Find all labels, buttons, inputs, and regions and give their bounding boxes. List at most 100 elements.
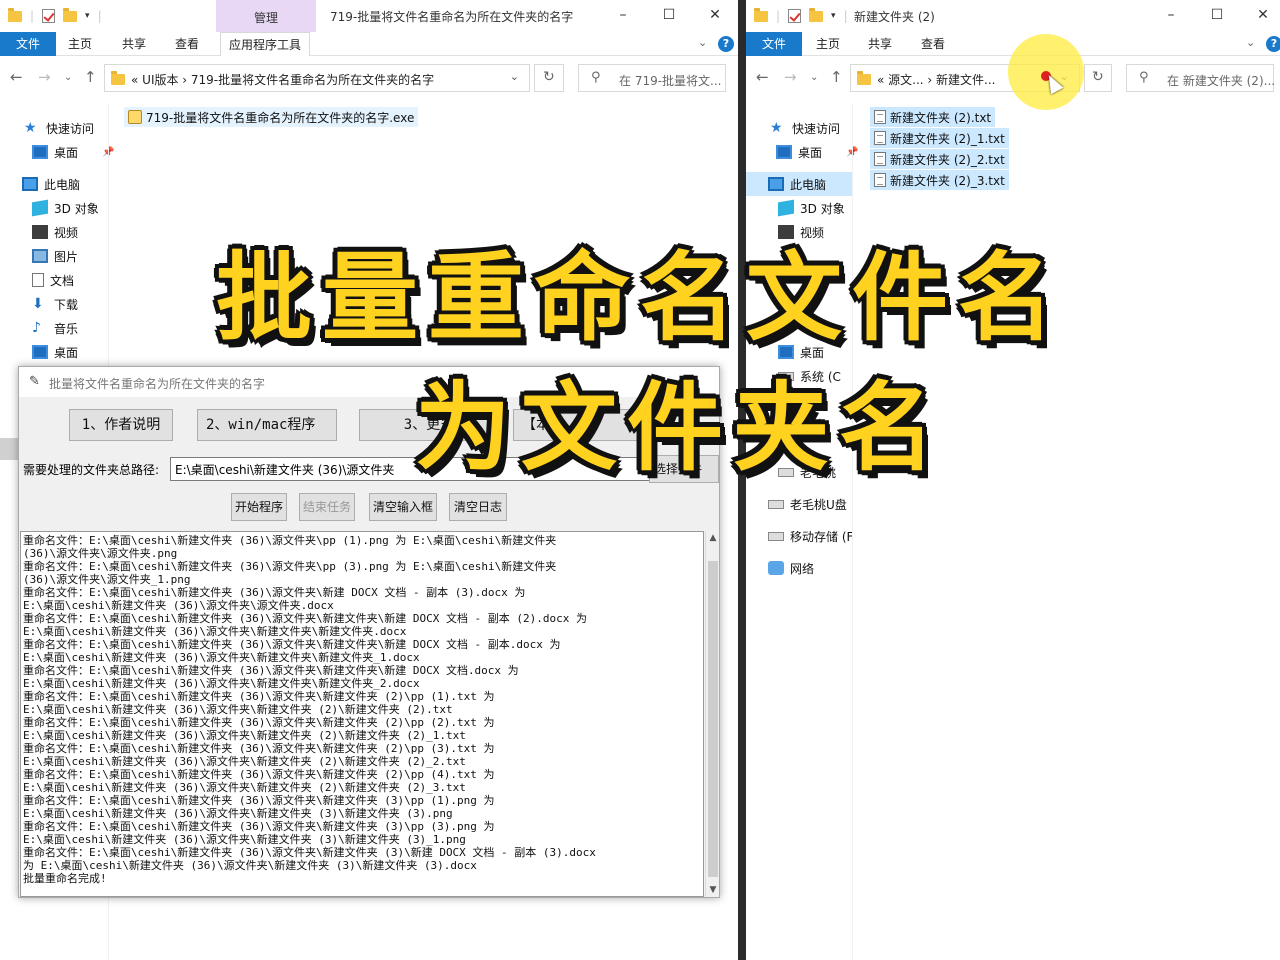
log-line: 重命名文件：E:\桌面\ceshi\新建文件夹 (36)\源文件夹\新建 DOC… [23, 586, 526, 599]
help-icon[interactable]: ? [1266, 36, 1280, 52]
recent-dropdown-icon[interactable]: ⌄ [810, 72, 818, 83]
search-box[interactable]: ⚲ 在 719-批量将文... [578, 64, 726, 92]
minimize-button[interactable]: – [1148, 4, 1194, 26]
file-item-txt[interactable]: 新建文件夹 (2).txt [870, 107, 996, 127]
file-item-txt[interactable]: 新建文件夹 (2)_3.txt [870, 170, 1009, 190]
left-quick-access-toolbar: | ▾ | [8, 7, 102, 25]
tab-view[interactable]: 查看 [921, 32, 945, 56]
right-titlebar: | ▾ | 新建文件夹 (2) – ☐ ✕ [746, 0, 1280, 31]
maximize-button[interactable]: ☐ [1194, 4, 1240, 26]
log-line: 重命名文件：E:\桌面\ceshi\新建文件夹 (36)\源文件夹\新建文件夹 … [23, 820, 495, 833]
close-button[interactable]: ✕ [692, 4, 738, 26]
tab-app-tools[interactable]: 应用程序工具 [220, 32, 311, 56]
minimize-button[interactable]: – [600, 4, 646, 26]
right-window-title: 新建文件夹 (2) [854, 10, 935, 24]
address-dropdown-icon[interactable]: ⌄ [510, 70, 519, 83]
log-line: 重命名文件：E:\桌面\ceshi\新建文件夹 (36)\源文件夹\pp (1)… [23, 534, 557, 547]
nav-quick-access[interactable]: ★ 快速访问 [24, 116, 94, 140]
clear-input-button[interactable]: 清空输入框 [369, 493, 437, 521]
left-window-title: 719-批量将文件名重命名为所在文件夹的名字 [330, 10, 574, 24]
nav-removable-storage[interactable]: 移动存储 (F [768, 524, 853, 548]
folder-icon[interactable] [754, 7, 768, 22]
log-line: E:\桌面\ceshi\新建文件夹 (36)\源文件夹\源文件夹.docx [23, 599, 334, 612]
refresh-button[interactable]: ↻ [534, 64, 564, 92]
desktop-icon [32, 145, 48, 159]
desktop-icon [776, 145, 792, 159]
clear-log-button[interactable]: 清空日志 [449, 493, 507, 521]
properties-icon[interactable] [788, 9, 802, 23]
cube-icon [32, 199, 48, 217]
nav-network[interactable]: 网络 [768, 556, 814, 580]
back-arrow-icon[interactable]: ← [756, 68, 769, 86]
tab-file[interactable]: 文件 [746, 32, 802, 56]
nav-3d-objects[interactable]: 3D 对象 [778, 196, 845, 220]
forward-arrow-icon[interactable]: → [784, 68, 797, 86]
nav-3d-objects[interactable]: 3D 对象 [32, 196, 99, 220]
scroll-up-icon[interactable]: ▲ [706, 533, 720, 543]
expand-ribbon-icon[interactable]: ⌄ [698, 36, 707, 49]
tab-home[interactable]: 主页 [68, 32, 92, 56]
expand-ribbon-icon[interactable]: ⌄ [1246, 36, 1255, 49]
tab-view[interactable]: 查看 [175, 32, 199, 56]
close-button[interactable]: ✕ [1240, 4, 1280, 26]
manage-tab[interactable]: 管理 [216, 0, 316, 32]
file-item-exe[interactable]: 719-批量将文件名重命名为所在文件夹的名字.exe [124, 107, 419, 127]
nav-desktop[interactable]: 桌面📌 [32, 140, 114, 164]
tab-share[interactable]: 共享 [868, 32, 892, 56]
properties-icon[interactable] [42, 9, 56, 23]
left-ribbon: 文件 主页 共享 查看 应用程序工具 ⌄ ? [0, 32, 738, 56]
breadcrumb[interactable]: « 源文... › 新建文件... [877, 71, 995, 88]
search-icon: ⚲ [1139, 70, 1149, 85]
maximize-button[interactable]: ☐ [646, 4, 692, 26]
search-icon: ⚲ [591, 70, 601, 85]
chevron-down-icon[interactable]: ▾ [85, 11, 90, 21]
back-arrow-icon[interactable]: ← [10, 68, 23, 86]
caption-line-2: 为文件夹名 [415, 372, 945, 484]
log-line: E:\桌面\ceshi\新建文件夹 (36)\源文件夹\新建文件夹 (3)\新建… [23, 807, 453, 820]
forward-arrow-icon[interactable]: → [38, 68, 51, 86]
new-folder-icon[interactable] [809, 7, 824, 22]
log-line: 重命名文件：E:\桌面\ceshi\新建文件夹 (36)\源文件夹\新建文件夹\… [23, 638, 561, 651]
nav-this-pc[interactable]: 此电脑 [22, 172, 80, 196]
network-icon [768, 561, 784, 575]
text-file-icon [874, 173, 886, 187]
up-arrow-icon[interactable]: ↑ [830, 68, 843, 86]
nav-quick-access[interactable]: ★ 快速访问 [770, 116, 840, 140]
scroll-down-icon[interactable]: ▼ [706, 885, 720, 895]
search-box[interactable]: ⚲ 在 新建文件夹 (2)... [1126, 64, 1275, 92]
recent-dropdown-icon[interactable]: ⌄ [64, 72, 72, 83]
log-line: (36)\源文件夹\源文件夹.png [23, 547, 178, 560]
log-line: 重命名文件：E:\桌面\ceshi\新建文件夹 (36)\源文件夹\新建文件夹 … [23, 690, 495, 703]
log-line: E:\桌面\ceshi\新建文件夹 (36)\源文件夹\新建文件夹 (2)\新建… [23, 729, 466, 742]
up-arrow-icon[interactable]: ↑ [84, 68, 97, 86]
help-icon[interactable]: ? [718, 36, 734, 52]
new-folder-icon[interactable] [63, 7, 78, 22]
log-line: 重命名文件：E:\桌面\ceshi\新建文件夹 (36)\源文件夹\新建文件夹\… [23, 664, 519, 677]
log-line: 重命名文件：E:\桌面\ceshi\新建文件夹 (36)\源文件夹\pp (3)… [23, 560, 557, 573]
refresh-button[interactable]: ↻ [1084, 64, 1112, 92]
usb-drive-icon [768, 531, 784, 541]
log-line: E:\桌面\ceshi\新建文件夹 (36)\源文件夹\新建文件夹\新建文件夹.… [23, 625, 407, 638]
tab-share[interactable]: 共享 [122, 32, 146, 56]
text-file-icon [874, 131, 886, 145]
log-textbox[interactable]: 重命名文件：E:\桌面\ceshi\新建文件夹 (36)\源文件夹\pp (1)… [20, 531, 704, 897]
stop-button[interactable]: 结束任务 [299, 493, 355, 521]
chevron-down-icon[interactable]: ▾ [831, 11, 836, 21]
breadcrumb[interactable]: « UI版本 › 719-批量将文件名重命名为所在文件夹的名字 [131, 71, 434, 88]
file-item-txt[interactable]: 新建文件夹 (2)_2.txt [870, 149, 1009, 169]
scroll-thumb[interactable] [708, 561, 718, 877]
log-scrollbar[interactable]: ▲ ▼ [705, 531, 719, 897]
tab-home[interactable]: 主页 [816, 32, 840, 56]
log-line: E:\桌面\ceshi\新建文件夹 (36)\源文件夹\新建文件夹 (2)\新建… [23, 781, 466, 794]
nav-this-pc[interactable]: 此电脑 [746, 172, 852, 196]
tab-file[interactable]: 文件 [0, 32, 56, 56]
log-line: E:\桌面\ceshi\新建文件夹 (36)\源文件夹\新建文件夹\新建文件夹_… [23, 677, 420, 690]
nav-laomaotao-usb[interactable]: 老毛桃U盘 [768, 492, 847, 516]
start-button[interactable]: 开始程序 [231, 493, 287, 521]
address-bar[interactable]: « UI版本 › 719-批量将文件名重命名为所在文件夹的名字 ⌄ [104, 64, 530, 92]
folder-icon[interactable] [8, 7, 22, 22]
file-item-txt[interactable]: 新建文件夹 (2)_1.txt [870, 128, 1009, 148]
computer-icon [768, 177, 784, 191]
refresh-icon: ↻ [543, 69, 555, 85]
nav-desktop[interactable]: 桌面📌 [776, 140, 858, 164]
